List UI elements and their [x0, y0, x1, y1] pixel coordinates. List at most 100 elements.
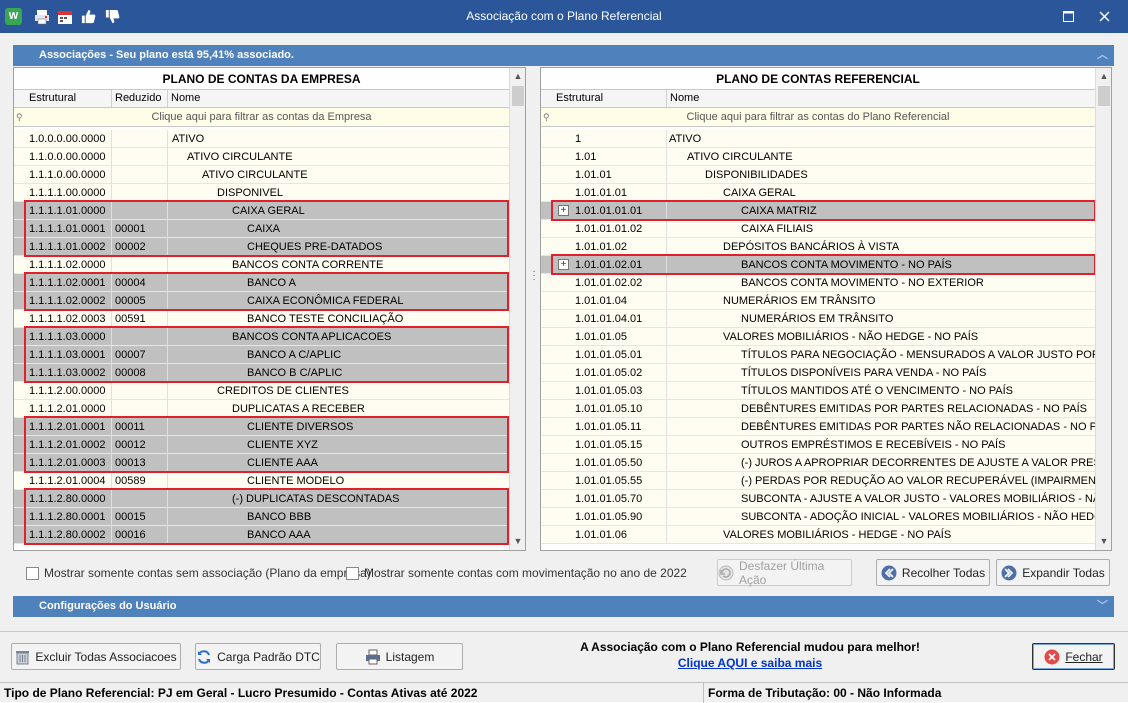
- close-window-button[interactable]: [1089, 6, 1119, 26]
- table-row[interactable]: 1.01.01.04.01 NUMERÁRIOS EM TRÂNSITO: [541, 310, 1095, 328]
- col-ref-estrutural[interactable]: Estrutural: [553, 90, 667, 107]
- table-row[interactable]: 1 ATIVO: [541, 130, 1095, 148]
- scroll-thumb[interactable]: [1098, 86, 1110, 106]
- table-row[interactable]: 1.1.1.2.00.0000 CREDITOS DE CLIENTES: [14, 382, 509, 400]
- chevron-down-icon[interactable]: ﹀: [1097, 596, 1108, 617]
- table-row[interactable]: 1.01.01.01 CAIXA GERAL: [541, 184, 1095, 202]
- table-row[interactable]: 1.01.01.05.03 TÍTULOS MANTIDOS ATÉ O VENC…: [541, 382, 1095, 400]
- table-row[interactable]: 1.1.1.2.01.0002 00012 CLIENTE XYZ: [14, 436, 509, 454]
- chevron-up-icon[interactable]: ︿: [1097, 45, 1108, 66]
- cell-estrutural: 1.01.01.05.90: [575, 508, 667, 526]
- table-row[interactable]: 1.01.01.05.02 TÍTULOS DISPONÍVEIS PARA VE…: [541, 364, 1095, 382]
- delete-all-associations-button[interactable]: Excluir Todas Associacoes: [11, 643, 181, 670]
- table-row[interactable]: 1.01.01.02 DEPÓSITOS BANCÁRIOS À VISTA: [541, 238, 1095, 256]
- table-row[interactable]: 1.01.01.05.55 (-) PERDAS POR REDUÇÃO AO V…: [541, 472, 1095, 490]
- table-row[interactable]: 1.1.1.1.01.0001 00001 CAIXA: [14, 220, 509, 238]
- table-row[interactable]: 1.01.01.01.02 CAIXA FILIAIS: [541, 220, 1095, 238]
- collapse-all-label: Recolher Todas: [901, 565, 986, 580]
- table-row[interactable]: 1.01.01.05.50 (-) JUROS A APROPRIAR DECOR…: [541, 454, 1095, 472]
- table-row[interactable]: 1.1.1.1.02.0000 BANCOS CONTA CORRENTE: [14, 256, 509, 274]
- col-estrutural[interactable]: Estrutural: [26, 90, 112, 107]
- cell-estrutural: 1.1.1.2.00.0000: [26, 382, 112, 400]
- company-scrollbar[interactable]: ▲ ▼: [509, 68, 525, 550]
- window-title: Associação com o Plano Referencial: [466, 9, 662, 23]
- table-row[interactable]: 1.1.1.1.02.0003 00591 BANCO TESTE CONCILIA…: [14, 310, 509, 328]
- cell-estrutural: 1.1.1.1.03.0001: [26, 346, 112, 364]
- referential-scrollbar[interactable]: ▲ ▼: [1095, 68, 1111, 550]
- promo-text: A Associação com o Plano Referencial mud…: [580, 640, 920, 654]
- expand-all-button[interactable]: Expandir Todas: [996, 559, 1110, 586]
- maximize-button[interactable]: [1053, 6, 1083, 26]
- table-row[interactable]: 1.1.1.1.02.0002 00005 CAIXA ECONÔMICA FEDE…: [14, 292, 509, 310]
- listing-button[interactable]: Listagem: [336, 643, 463, 670]
- table-row[interactable]: 1.01.01.05.15 OUTROS EMPRÉSTIMOS E RECEBÍ…: [541, 436, 1095, 454]
- scroll-up-icon[interactable]: ▲: [510, 71, 525, 81]
- scroll-thumb[interactable]: [512, 86, 524, 106]
- scroll-down-icon[interactable]: ▼: [1096, 536, 1111, 546]
- table-row[interactable]: 1.1.1.2.80.0000 (-) DUPLICATAS DESCONTADA…: [14, 490, 509, 508]
- cell-nome: CLIENTE XYZ: [247, 439, 318, 451]
- refresh-icon: [196, 649, 212, 665]
- associations-header[interactable]: Associações - Seu plano está 95,41% asso…: [13, 45, 1114, 66]
- col-reduzido[interactable]: Reduzido: [112, 90, 168, 107]
- close-button[interactable]: Fechar: [1032, 643, 1115, 670]
- table-row[interactable]: 1.1.1.1.01.0000 CAIXA GERAL: [14, 202, 509, 220]
- table-row[interactable]: 1.01.01.05.90 SUBCONTA - ADOÇÃO INICIAL -…: [541, 508, 1095, 526]
- cell-reduzido: 00001: [112, 220, 168, 238]
- cell-nome: NUMERÁRIOS EM TRÂNSITO: [723, 295, 876, 307]
- table-row[interactable]: 1.1.0.0.00.0000 ATIVO CIRCULANTE: [14, 148, 509, 166]
- table-row[interactable]: 1.1.1.2.80.0002 00016 BANCO AAA: [14, 526, 509, 544]
- table-row[interactable]: 1.01.01.05.70 SUBCONTA - AJUSTE A VALOR J…: [541, 490, 1095, 508]
- table-row[interactable]: 1.1.1.1.01.0002 00002 CHEQUES PRE-DATADOS: [14, 238, 509, 256]
- table-row[interactable]: 1.1.1.2.80.0001 00015 BANCO BBB: [14, 508, 509, 526]
- table-row[interactable]: 1.1.1.2.01.0001 00011 CLIENTE DIVERSOS: [14, 418, 509, 436]
- undo-button[interactable]: Desfazer Última Ação: [717, 559, 852, 587]
- cell-nome: ATIVO CIRCULANTE: [687, 151, 793, 163]
- table-row[interactable]: +1.01.01.01.01 CAIXA MATRIZ: [541, 202, 1095, 220]
- panel-splitter[interactable]: · · ·: [531, 267, 537, 285]
- table-row[interactable]: 1.01.01.05.10 DEBÊNTURES EMITIDAS POR PAR…: [541, 400, 1095, 418]
- table-row[interactable]: 1.01.01.05.11 DEBÊNTURES EMITIDAS POR PAR…: [541, 418, 1095, 436]
- cell-estrutural: 1.1.1.2.80.0001: [26, 508, 112, 526]
- table-row[interactable]: 1.1.1.2.01.0000 DUPLICATAS A RECEBER: [14, 400, 509, 418]
- referential-column-headers: Estrutural Nome: [541, 90, 1095, 108]
- table-row[interactable]: 1.01.01.02.02 BANCOS CONTA MOVIMENTO - NO…: [541, 274, 1095, 292]
- table-row[interactable]: 1.0.0.0.00.0000 ATIVO: [14, 130, 509, 148]
- table-row[interactable]: 1.01.01 DISPONIBILIDADES: [541, 166, 1095, 184]
- table-row[interactable]: 1.01.01.05.01 TÍTULOS PARA NEGOCIAÇÃO - M…: [541, 346, 1095, 364]
- chk-unassociated[interactable]: Mostrar somente contas sem associação (P…: [26, 565, 371, 581]
- table-row[interactable]: 1.01.01.06 VALORES MOBILIÁRIOS - HEDGE - …: [541, 526, 1095, 544]
- scroll-down-icon[interactable]: ▼: [510, 536, 525, 546]
- checkbox-box[interactable]: [26, 566, 39, 580]
- cell-nome: CAIXA: [247, 223, 281, 235]
- table-row[interactable]: 1.1.1.1.03.0001 00007 BANCO A C/APLIC: [14, 346, 509, 364]
- referential-filter-row[interactable]: ⚲ Clique aqui para filtrar as contas do …: [541, 108, 1095, 127]
- cell-estrutural: 1.01.01.04: [575, 292, 667, 310]
- table-row[interactable]: 1.1.1.1.03.0000 BANCOS CONTA APLICACOES: [14, 328, 509, 346]
- table-row[interactable]: 1.1.1.0.00.0000 ATIVO CIRCULANTE: [14, 166, 509, 184]
- table-row[interactable]: 1.1.1.1.00.0000 DISPONIVEL: [14, 184, 509, 202]
- user-config-header[interactable]: Configurações do Usuário ﹀: [13, 596, 1114, 617]
- collapse-all-button[interactable]: Recolher Todas: [876, 559, 990, 586]
- checkbox-box[interactable]: [346, 566, 359, 580]
- cell-nome: TÍTULOS PARA NEGOCIAÇÃO - MENSURADOS A V…: [741, 349, 1095, 361]
- table-row[interactable]: 1.1.1.1.02.0001 00004 BANCO A: [14, 274, 509, 292]
- cell-nome: TÍTULOS DISPONÍVEIS PARA VENDA - NO PAÍS: [741, 367, 987, 379]
- scroll-up-icon[interactable]: ▲: [1096, 71, 1111, 81]
- table-row[interactable]: 1.1.1.2.01.0003 00013 CLIENTE AAA: [14, 454, 509, 472]
- cell-estrutural: 1.01.01.01.01: [575, 202, 667, 220]
- expand-plus-icon[interactable]: +: [558, 205, 569, 216]
- table-row[interactable]: 1.01.01.04 NUMERÁRIOS EM TRÂNSITO: [541, 292, 1095, 310]
- table-row[interactable]: 1.01 ATIVO CIRCULANTE: [541, 148, 1095, 166]
- col-ref-nome[interactable]: Nome: [667, 90, 1095, 107]
- table-row[interactable]: 1.1.1.2.01.0004 00589 CLIENTE MODELO: [14, 472, 509, 490]
- load-default-dtc-button[interactable]: Carga Padrão DTC: [195, 643, 321, 670]
- table-row[interactable]: 1.01.01.05 VALORES MOBILIÁRIOS - NÃO HEDG…: [541, 328, 1095, 346]
- chk-with-movement[interactable]: Mostrar somente contas com movimentação …: [346, 565, 687, 581]
- promo-link[interactable]: Clique AQUI e saiba mais: [540, 656, 960, 670]
- col-nome[interactable]: Nome: [168, 90, 509, 107]
- table-row[interactable]: 1.1.1.1.03.0002 00008 BANCO B C/APLIC: [14, 364, 509, 382]
- table-row[interactable]: +1.01.01.02.01 BANCOS CONTA MOVIMENTO - N…: [541, 256, 1095, 274]
- company-filter-row[interactable]: ⚲ Clique aqui para filtrar as contas da …: [14, 108, 509, 127]
- expand-plus-icon[interactable]: +: [558, 259, 569, 270]
